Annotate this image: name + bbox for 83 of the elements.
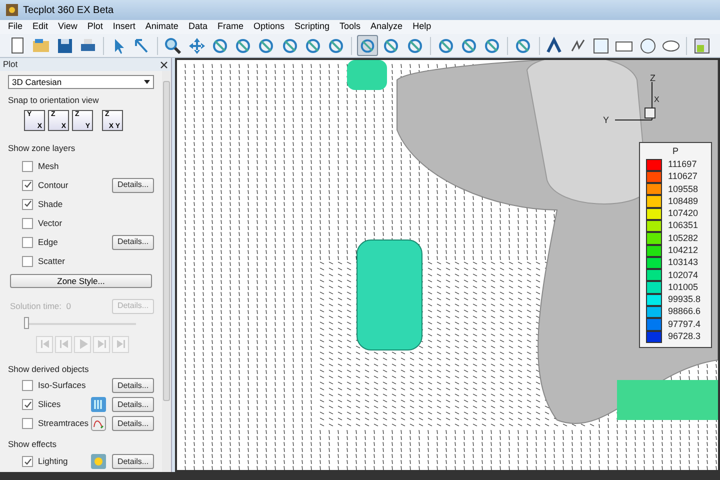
checkbox[interactable] bbox=[22, 180, 33, 190]
menu-item[interactable]: Tools bbox=[334, 20, 366, 34]
last-frame-icon bbox=[116, 339, 126, 349]
zone-style-button[interactable]: Zone Style... bbox=[10, 274, 152, 288]
previous-frame-icon bbox=[58, 339, 68, 349]
section-label: Show derived objects bbox=[8, 362, 90, 376]
toolbar-button[interactable] bbox=[163, 35, 184, 56]
streamtrace-icon[interactable] bbox=[91, 416, 106, 432]
option-label: Lighting bbox=[38, 455, 69, 468]
play-icon bbox=[78, 339, 88, 349]
checkbox[interactable] bbox=[22, 399, 33, 410]
legend-value: 104212 bbox=[668, 244, 698, 257]
menu-item[interactable]: View bbox=[53, 20, 82, 34]
option-label: Edge bbox=[38, 236, 59, 248]
window-title: Tecplot 360 EX Beta bbox=[23, 4, 114, 18]
legend-value: 103143 bbox=[668, 256, 698, 270]
translate-icon bbox=[186, 36, 207, 56]
details-button[interactable]: Details... bbox=[112, 416, 154, 432]
dropdown-caret-icon bbox=[144, 80, 150, 84]
option-label: Slices bbox=[38, 398, 62, 412]
checkbox[interactable] bbox=[22, 418, 33, 430]
details-button[interactable]: Details... bbox=[112, 378, 154, 394]
axis-label: Y bbox=[603, 114, 610, 127]
menu-item[interactable]: Data bbox=[183, 20, 212, 34]
checkbox[interactable] bbox=[22, 380, 33, 392]
menu-item[interactable]: Frame bbox=[212, 20, 248, 34]
option-label: Vector bbox=[38, 216, 64, 230]
legend-value: 110627 bbox=[668, 170, 698, 184]
legend-value: 111697 bbox=[668, 158, 697, 171]
legend-value: 108489 bbox=[668, 194, 698, 208]
legend-value: 107420 bbox=[668, 207, 698, 220]
details-button[interactable]: Details... bbox=[112, 397, 154, 412]
option-label: Streamtraces bbox=[38, 417, 90, 430]
frame-icon bbox=[692, 36, 712, 56]
menu-item[interactable]: Animate bbox=[140, 20, 184, 34]
app-icon bbox=[6, 4, 18, 16]
section-label: Show effects bbox=[8, 438, 58, 451]
option-label: Shade bbox=[38, 198, 64, 210]
details-button[interactable]: Details... bbox=[112, 454, 154, 469]
time-slider-thumb[interactable] bbox=[24, 316, 29, 328]
menu-item[interactable]: Help bbox=[408, 20, 436, 34]
solution-time-label: Solution time: 0 bbox=[10, 300, 71, 312]
checkbox[interactable] bbox=[22, 218, 33, 228]
menu-item[interactable]: Options bbox=[248, 20, 290, 34]
axis-label: X bbox=[654, 94, 660, 106]
option-label: Contour bbox=[38, 178, 70, 192]
legend-value: 109558 bbox=[668, 182, 698, 196]
section-label: Snap to orientation view bbox=[8, 94, 100, 107]
details-button[interactable]: Details... bbox=[112, 234, 154, 250]
checkbox[interactable] bbox=[22, 256, 33, 266]
menu-item[interactable]: Plot bbox=[82, 20, 108, 34]
menu-item[interactable]: File bbox=[3, 20, 28, 34]
option-label: Iso-Surfaces bbox=[38, 379, 87, 392]
slice-icon[interactable] bbox=[91, 397, 106, 412]
menu-item[interactable]: Analyze bbox=[366, 20, 408, 34]
plot-type-dropdown[interactable]: 3D Cartesian bbox=[8, 75, 154, 89]
legend-value: 96728.3 bbox=[668, 330, 701, 344]
details-button[interactable]: Details... bbox=[112, 178, 154, 192]
first-frame-icon bbox=[40, 339, 50, 349]
axis-label: Z bbox=[650, 72, 656, 85]
next-frame-icon bbox=[96, 339, 106, 349]
checkbox[interactable] bbox=[22, 160, 33, 172]
section-label: Show zone layers bbox=[8, 142, 76, 154]
legend-value: 99935.8 bbox=[668, 293, 701, 306]
menu-item[interactable]: Edit bbox=[28, 20, 54, 34]
menu-item[interactable]: Insert bbox=[108, 20, 140, 34]
scrollbar[interactable] bbox=[162, 71, 171, 472]
legend-value: 106351 bbox=[668, 219, 698, 232]
option-label: Scatter bbox=[38, 254, 66, 268]
close-icon[interactable] bbox=[160, 60, 168, 68]
menu-item[interactable]: Scripting bbox=[290, 20, 335, 34]
legend-value: 105282 bbox=[668, 232, 698, 245]
legend-value: 102074 bbox=[668, 268, 698, 282]
legend-value: 97797.4 bbox=[668, 318, 701, 331]
legend-value: 101005 bbox=[668, 280, 698, 294]
panel-title: Plot bbox=[3, 58, 18, 71]
legend-title: P bbox=[672, 145, 678, 158]
option-label: Mesh bbox=[38, 160, 60, 172]
checkbox[interactable] bbox=[22, 456, 33, 467]
legend-value: 98866.6 bbox=[668, 305, 701, 318]
checkbox[interactable] bbox=[22, 236, 33, 248]
zoom-icon bbox=[163, 36, 184, 56]
checkbox[interactable] bbox=[22, 198, 33, 210]
